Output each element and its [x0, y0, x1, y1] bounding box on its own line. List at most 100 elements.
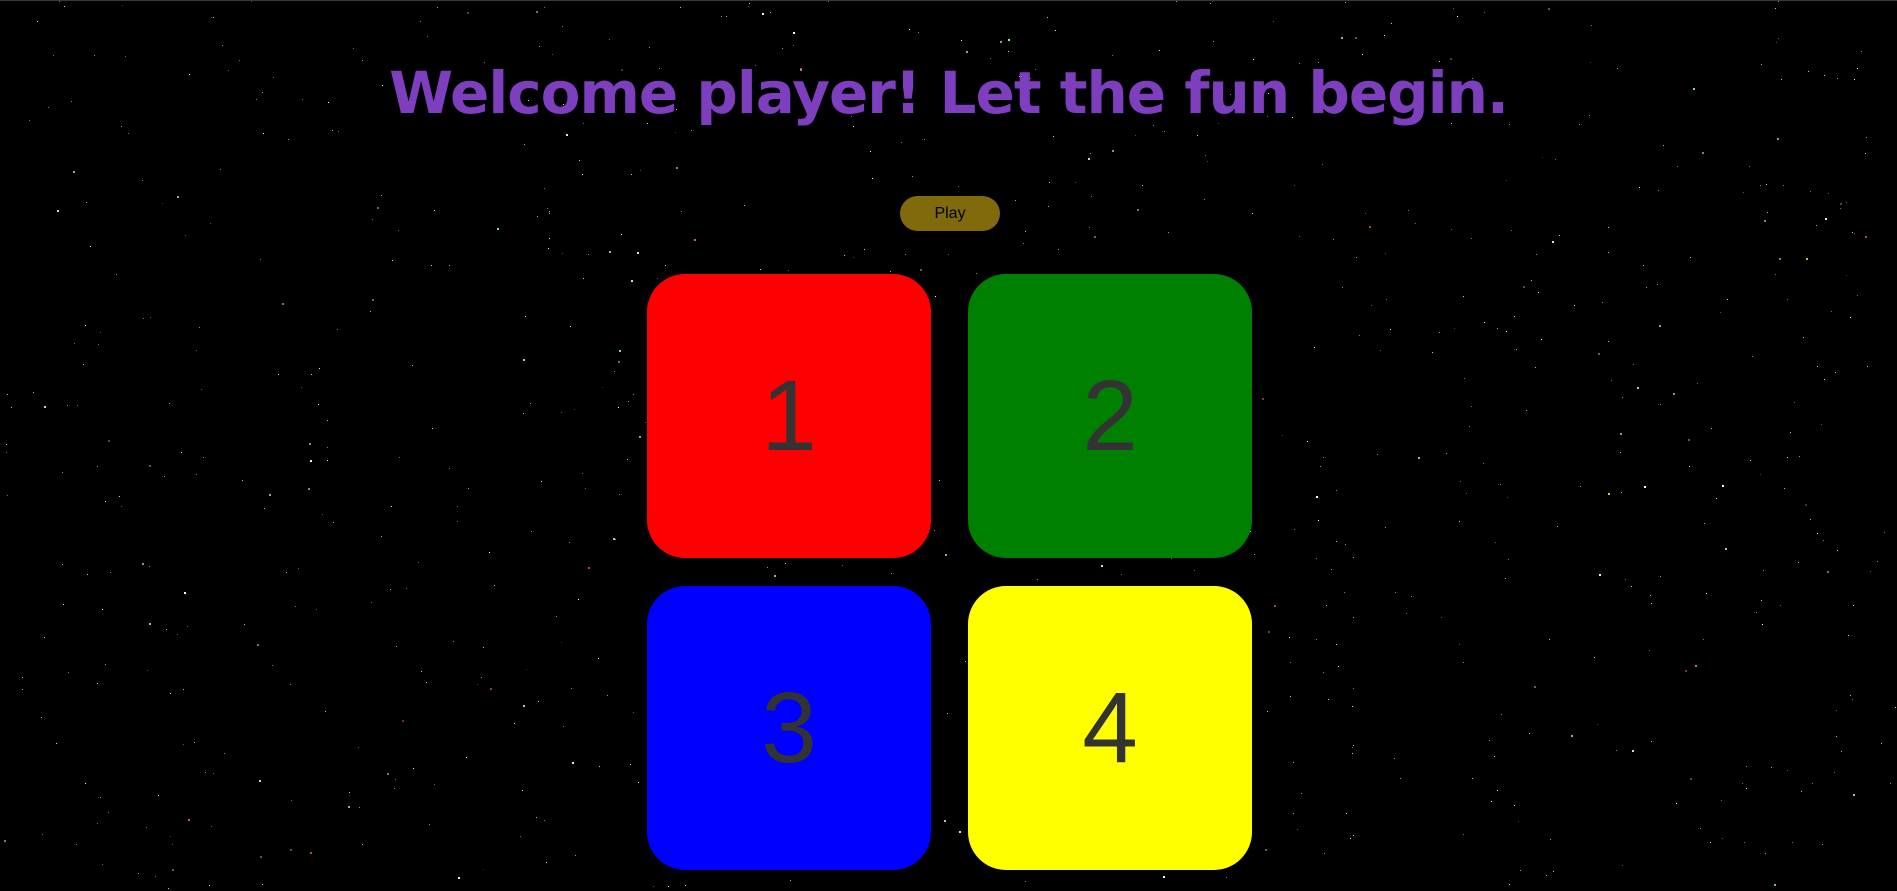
star	[213, 773, 214, 774]
star	[1301, 793, 1302, 794]
star	[1836, 710, 1837, 711]
star	[1262, 398, 1264, 400]
tile-4-label: 4	[1082, 672, 1138, 784]
star	[1857, 295, 1858, 296]
tile-1-red[interactable]: 1	[647, 274, 931, 558]
star	[1767, 212, 1768, 213]
star	[102, 609, 103, 610]
star	[1526, 410, 1527, 411]
star	[1520, 870, 1521, 871]
star	[1314, 347, 1315, 348]
star	[1463, 662, 1464, 663]
star	[1841, 751, 1842, 752]
tile-2-green[interactable]: 2	[968, 274, 1252, 558]
star	[1559, 235, 1560, 236]
star	[1289, 637, 1290, 638]
star	[1176, 1, 1177, 2]
star	[1497, 790, 1498, 791]
star	[1531, 280, 1532, 281]
star	[945, 554, 947, 556]
star	[490, 688, 492, 690]
star	[166, 629, 167, 630]
star	[1015, 200, 1016, 201]
star	[1816, 225, 1817, 226]
star	[399, 457, 400, 458]
star	[1779, 258, 1781, 260]
star	[1501, 714, 1502, 715]
star	[1611, 380, 1612, 381]
star	[325, 711, 326, 712]
star	[77, 405, 78, 406]
star	[205, 772, 206, 773]
star	[413, 768, 414, 769]
star	[418, 562, 419, 563]
star	[1608, 493, 1610, 495]
star	[1394, 758, 1395, 759]
star	[793, 32, 795, 34]
star	[1323, 457, 1324, 458]
star	[427, 36, 428, 37]
star	[1784, 488, 1785, 489]
star	[640, 170, 641, 171]
star	[1861, 51, 1862, 52]
star	[1853, 794, 1855, 796]
star	[793, 45, 794, 46]
star	[890, 271, 891, 272]
star	[944, 820, 946, 822]
star	[1395, 592, 1396, 593]
star	[301, 387, 302, 388]
star	[1359, 335, 1360, 336]
tile-3-blue[interactable]: 3	[647, 586, 931, 870]
star	[295, 606, 296, 607]
star	[37, 21, 38, 22]
star	[538, 701, 539, 702]
star	[1088, 158, 1090, 160]
star	[1322, 164, 1323, 165]
star	[631, 174, 632, 175]
star	[432, 428, 433, 429]
star	[1418, 457, 1420, 459]
star	[1290, 662, 1291, 663]
star	[1597, 724, 1598, 725]
star	[619, 350, 621, 352]
star	[298, 568, 299, 569]
star	[653, 886, 654, 887]
star	[544, 820, 545, 821]
star	[7, 495, 8, 496]
star	[1439, 332, 1440, 333]
star	[947, 713, 948, 714]
star	[1390, 329, 1391, 330]
star	[196, 474, 197, 475]
star	[1352, 747, 1353, 748]
star	[147, 670, 148, 671]
star	[1720, 312, 1721, 313]
star	[1632, 750, 1634, 752]
star	[184, 592, 186, 594]
star	[449, 468, 450, 469]
star	[891, 573, 892, 574]
star	[572, 762, 574, 764]
star	[1685, 670, 1687, 672]
star	[1316, 496, 1318, 498]
star	[569, 542, 570, 543]
star	[1542, 157, 1543, 158]
star	[1457, 16, 1458, 17]
star	[1831, 311, 1832, 312]
play-button[interactable]: Play	[900, 196, 1000, 231]
tile-4-yellow[interactable]: 4	[968, 586, 1252, 870]
star	[387, 773, 389, 775]
star	[1777, 138, 1779, 140]
star	[1254, 554, 1255, 555]
star	[282, 303, 284, 305]
star	[1323, 672, 1324, 673]
star	[524, 144, 525, 145]
star	[548, 248, 549, 249]
star	[1369, 226, 1371, 228]
star	[1049, 182, 1050, 183]
tile-2-label: 2	[1082, 360, 1138, 472]
star	[149, 465, 151, 467]
star	[1471, 406, 1472, 407]
star	[1591, 25, 1592, 26]
star	[1265, 849, 1267, 851]
star	[87, 574, 88, 575]
